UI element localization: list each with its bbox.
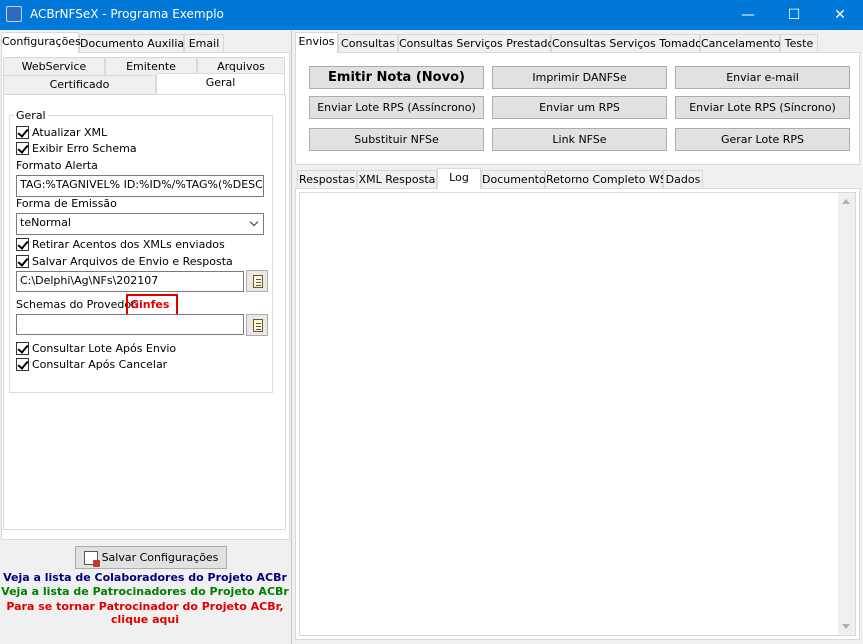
tab-teste[interactable]: Teste (780, 34, 818, 53)
checkbox-checked-icon (16, 142, 29, 155)
link-nfse-button[interactable]: Link NFSe (492, 128, 667, 151)
log-scrollbar[interactable] (838, 193, 855, 635)
checkbox-checked-icon (16, 358, 29, 371)
formato-alerta-input[interactable]: TAG:%TAGNIVEL% ID:%ID%/%TAG%(%DESCRI (16, 175, 264, 197)
checkbox-checked-icon (16, 342, 29, 355)
salvar-arquivos-checkbox[interactable]: Salvar Arquivos de Envio e Resposta (16, 255, 233, 268)
schemas-path-input[interactable] (16, 314, 244, 335)
subtab-webservice[interactable]: WebService (3, 57, 105, 76)
enviar-lote-sincrono-button[interactable]: Enviar Lote RPS (Síncrono) (675, 96, 850, 119)
forma-emissao-value: teNormal (20, 216, 71, 229)
schemas-provedor-label: Schemas do Provedor: (16, 298, 140, 311)
retirar-acentos-label: Retirar Acentos dos XMLs enviados (32, 238, 225, 251)
checkbox-checked-icon (16, 126, 29, 139)
title-bar: ACBrNFSeX - Programa Exemplo — ☐ ✕ (0, 0, 863, 30)
consultar-cancelar-checkbox[interactable]: Consultar Após Cancelar (16, 358, 167, 371)
tab-documento[interactable]: Documento (481, 170, 546, 189)
consultar-lote-label: Consultar Lote Após Envio (32, 342, 177, 355)
salvar-configuracoes-button[interactable]: Salvar Configurações (75, 546, 227, 569)
tab-consultas[interactable]: Consultas (338, 34, 398, 53)
link-patrocinadores[interactable]: Veja a lista de Patrocinadores do Projet… (0, 585, 290, 598)
salvar-configuracoes-label: Salvar Configurações (101, 551, 219, 564)
emitir-nota-button[interactable]: Emitir Nota (Novo) (309, 66, 484, 89)
substituir-nfse-button[interactable]: Substituir NFSe (309, 128, 484, 151)
checkbox-checked-icon (16, 255, 29, 268)
schemas-provider-name: Ginfes (130, 298, 170, 311)
enviar-email-button[interactable]: Enviar e-mail (675, 66, 850, 89)
formato-alerta-label: Formato Alerta (16, 159, 98, 172)
checkbox-checked-icon (16, 238, 29, 251)
log-textarea[interactable] (299, 192, 856, 636)
maximize-button[interactable]: ☐ (771, 0, 817, 30)
minimize-button[interactable]: — (725, 0, 771, 30)
enviar-lote-assincrono-button[interactable]: Enviar Lote RPS (Assíncrono) (309, 96, 484, 119)
tab-retorno-completo-ws[interactable]: Retorno Completo WS (545, 170, 667, 189)
tab-log[interactable]: Log (437, 168, 481, 189)
document-icon (253, 319, 263, 332)
tab-email[interactable]: Email (184, 34, 224, 53)
enviar-um-rps-button[interactable]: Enviar um RPS (492, 96, 667, 119)
forma-emissao-select[interactable]: teNormal (16, 213, 264, 235)
exibir-erro-schema-label: Exibir Erro Schema (32, 142, 137, 155)
tab-consultas-servicos-tomados[interactable]: Consultas Serviços Tomados (551, 34, 708, 53)
browse-schemas-button[interactable] (246, 314, 268, 336)
close-button[interactable]: ✕ (817, 0, 863, 30)
tab-xml-resposta[interactable]: XML Resposta (357, 170, 437, 189)
geral-group-title: Geral (14, 109, 48, 122)
salvar-arquivos-label: Salvar Arquivos de Envio e Resposta (32, 255, 233, 268)
window-title: ACBrNFSeX - Programa Exemplo (30, 7, 224, 21)
link-tornar-patrocinador[interactable]: Para se tornar Patrocinador do Projeto A… (0, 600, 290, 613)
scroll-up-icon[interactable] (842, 199, 850, 204)
subtab-geral[interactable]: Geral (156, 73, 285, 94)
retirar-acentos-checkbox[interactable]: Retirar Acentos dos XMLs enviados (16, 238, 225, 251)
document-icon (253, 275, 263, 288)
atualizar-xml-label: Atualizar XML (32, 126, 108, 139)
subtab-certificado[interactable]: Certificado (3, 75, 156, 94)
consultar-lote-checkbox[interactable]: Consultar Lote Após Envio (16, 342, 176, 355)
link-colaboradores[interactable]: Veja a lista de Colaboradores do Projeto… (0, 571, 290, 584)
tab-configuracoes[interactable]: Configurações (1, 32, 81, 53)
splitter[interactable] (291, 30, 292, 644)
tab-respostas[interactable]: Respostas (297, 170, 357, 189)
link-clique-aqui[interactable]: clique aqui (0, 613, 290, 626)
tab-cancelamento[interactable]: Cancelamento (700, 34, 781, 53)
scroll-down-icon[interactable] (842, 624, 850, 629)
imprimir-danfse-button[interactable]: Imprimir DANFSe (492, 66, 667, 89)
consultar-cancelar-label: Consultar Após Cancelar (32, 358, 168, 371)
tab-dados[interactable]: Dados (663, 170, 703, 189)
salvar-path-input[interactable]: C:\Delphi\Ag\NFs\202107 (16, 271, 244, 292)
tab-envios[interactable]: Envios (295, 32, 338, 53)
tab-consultas-servicos-prestados[interactable]: Consultas Serviços Prestados (398, 34, 560, 53)
atualizar-xml-checkbox[interactable]: Atualizar XML (16, 126, 107, 139)
browse-folder-button[interactable] (246, 270, 268, 292)
gerar-lote-rps-button[interactable]: Gerar Lote RPS (675, 128, 850, 151)
tab-documento-auxiliar[interactable]: Documento Auxiliar (79, 34, 189, 53)
save-icon (83, 550, 100, 567)
app-icon (6, 6, 22, 22)
exibir-erro-schema-checkbox[interactable]: Exibir Erro Schema (16, 142, 137, 155)
chevron-down-icon (249, 217, 259, 227)
forma-emissao-label: Forma de Emissão (16, 197, 117, 210)
